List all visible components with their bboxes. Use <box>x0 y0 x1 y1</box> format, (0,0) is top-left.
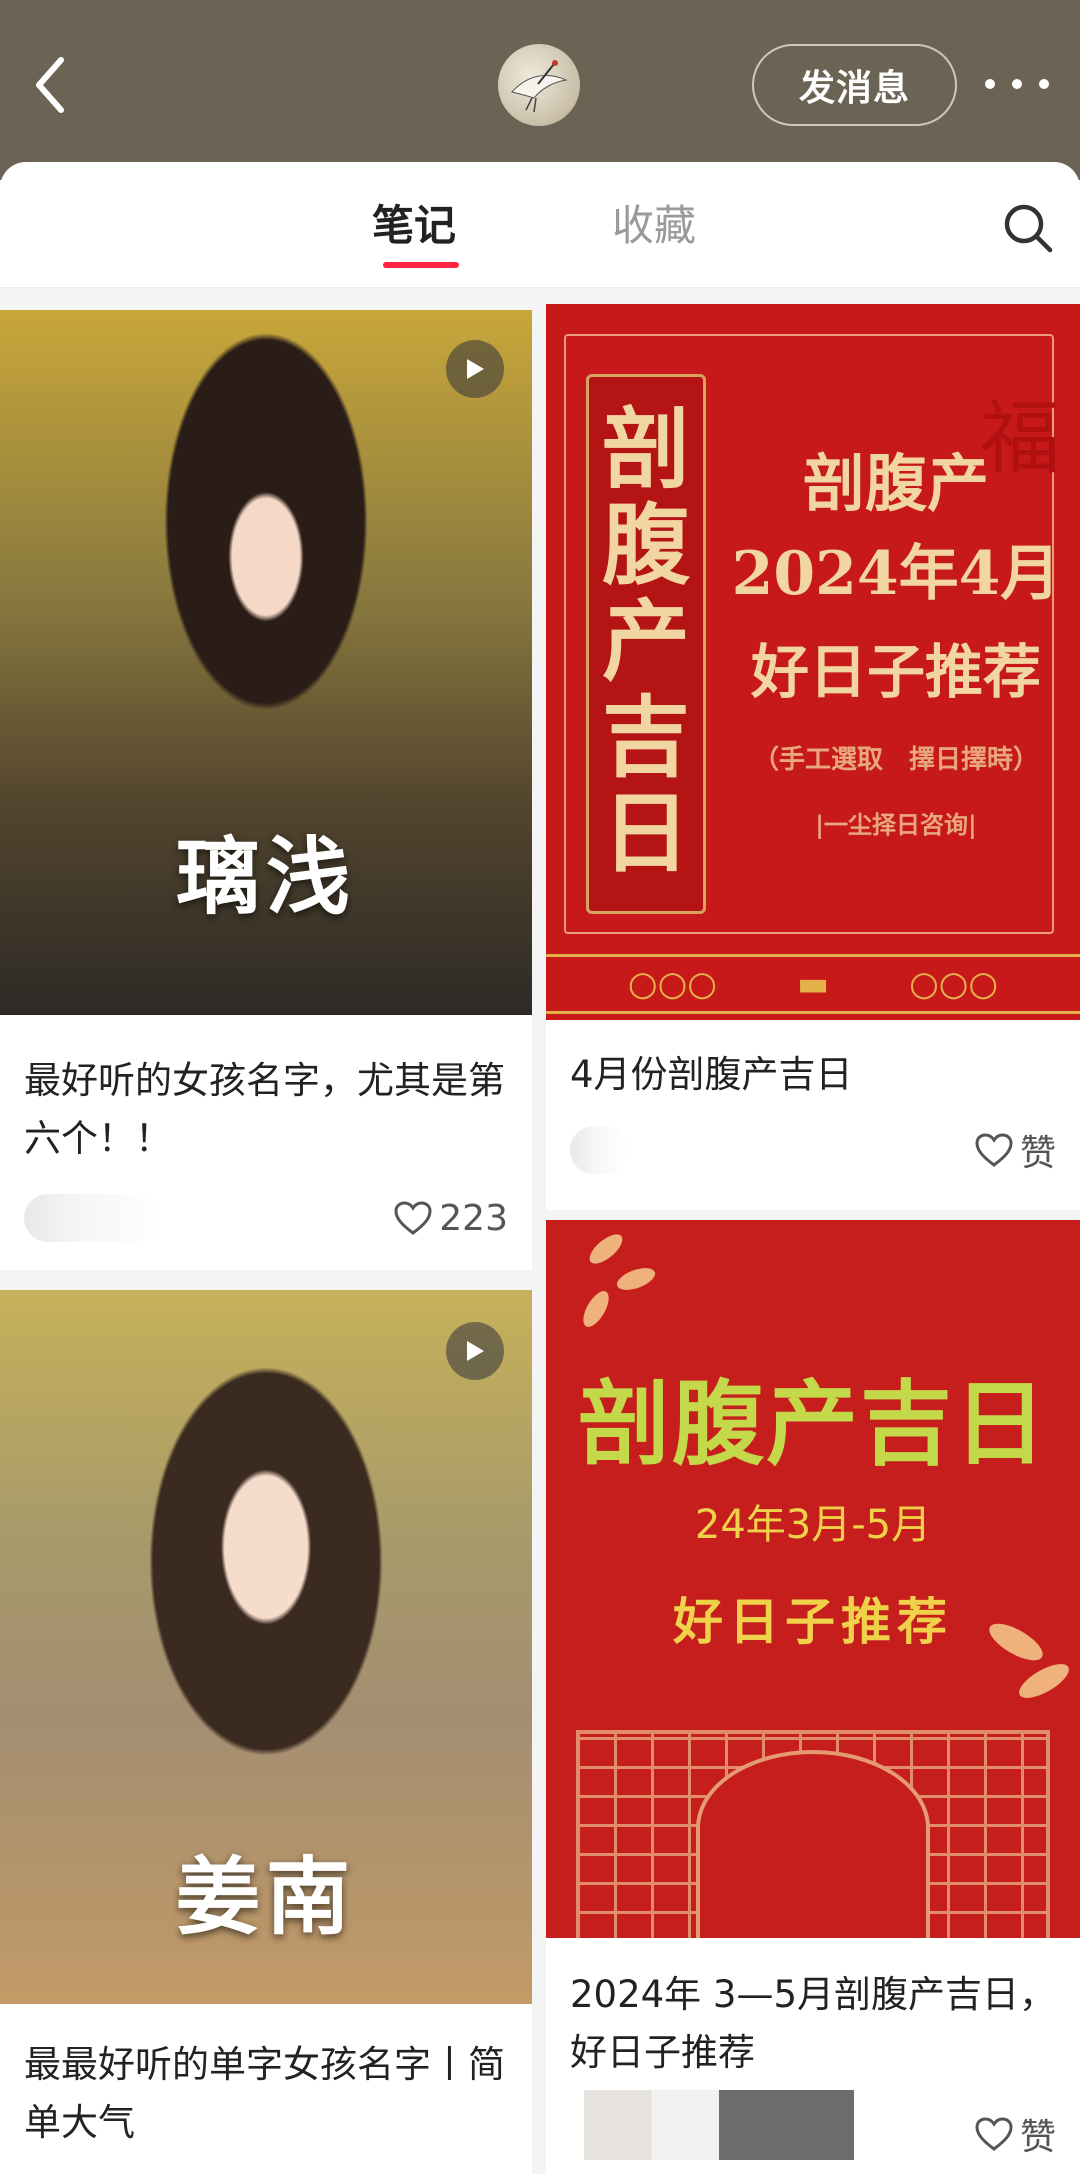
tab-collections[interactable]: 收藏 <box>612 198 696 254</box>
play-icon <box>446 1322 504 1380</box>
active-tab-indicator <box>383 262 459 268</box>
note-title: 4月份剖腹产吉日 <box>570 1053 853 1096</box>
note-cover-image: 姜南 <box>0 1290 532 2004</box>
note-cover-image: 璃浅 <box>0 310 532 1015</box>
note-card[interactable]: 姜南 最最好听的单字女孩名字丨简单大气 <box>0 1290 532 2174</box>
profile-header: 发消息 <box>0 0 1080 180</box>
leaf-decoration <box>578 1287 614 1331</box>
like-button[interactable]: 赞 <box>974 2106 1056 2162</box>
gold-ornament: ○○○ ▬ ○○○ <box>546 954 1080 1014</box>
like-label: 赞 <box>1019 2117 1056 2158</box>
leaf-decoration <box>1014 1657 1074 1705</box>
heart-outline-icon <box>975 1133 1013 1167</box>
like-label: 赞 <box>1019 1133 1056 1174</box>
note-card[interactable]: 璃浅 最好听的女孩名字，尤其是第六个！！ 223 <box>0 310 532 1270</box>
like-button[interactable]: 223 <box>393 1190 508 1246</box>
avatar[interactable] <box>498 44 580 126</box>
like-count: 223 <box>439 1197 508 1239</box>
note-meta: 赞 <box>570 2090 1056 2162</box>
poster-vertical-title: 剖腹产吉日 <box>586 374 706 914</box>
back-button[interactable] <box>20 50 80 120</box>
note-title: 最最好听的单字女孩名字丨简单大气 <box>24 2043 505 2144</box>
arch-decoration <box>696 1750 930 1938</box>
tab-notes[interactable]: 笔记 <box>372 198 456 254</box>
note-meta: 赞 <box>570 1122 1056 1178</box>
leaf-decoration <box>614 1263 658 1295</box>
more-dots-icon[interactable] <box>985 64 1049 104</box>
chevron-left-icon <box>36 57 64 113</box>
play-icon <box>446 340 504 398</box>
author-avatar[interactable] <box>570 1126 630 1174</box>
poster-line: （手工選取 擇日擇時） <box>752 745 1039 775</box>
note-title: 2024年 3—5月剖腹产吉日，好日子推荐 <box>570 1973 1057 2074</box>
heart-outline-icon <box>975 2117 1013 2151</box>
note-card[interactable]: 剖腹产吉日 福 剖腹产 2024年4月 好日子推荐 （手工選取 擇日擇時） |一… <box>546 304 1080 1210</box>
note-card[interactable]: 剖腹产吉日 24年3月-5月 好日子推荐 2024年 3—5月剖腹产吉日，好日子… <box>546 1220 1080 2174</box>
note-cover-image: 剖腹产吉日 24年3月-5月 好日子推荐 <box>546 1220 1080 1938</box>
note-cover-image: 剖腹产吉日 福 剖腹产 2024年4月 好日子推荐 （手工選取 擇日擇時） |一… <box>546 304 1080 1020</box>
poster-line: |一尘择日咨询| <box>815 810 977 839</box>
author-avatar[interactable] <box>24 1194 164 1242</box>
note-title: 最好听的女孩名字，尤其是第六个！！ <box>24 1059 505 1160</box>
tab-bar: 笔记 收藏 <box>0 162 1080 288</box>
poster-title: 剖腹产吉日 <box>577 1370 1048 1478</box>
heart-outline-icon <box>394 1201 432 1235</box>
search-icon[interactable] <box>1000 200 1056 256</box>
crane-avatar-image <box>511 60 568 113</box>
poster-line: 剖腹产 <box>802 447 989 520</box>
send-message-button[interactable]: 发消息 <box>752 44 957 126</box>
author-avatar[interactable] <box>584 2090 854 2160</box>
poster-text-block: 剖腹产 2024年4月 好日子推荐 （手工選取 擇日擇時） |一尘择日咨询| <box>716 444 1076 850</box>
note-meta: 223 <box>24 1190 508 1246</box>
poster-line: 2024年4月 <box>731 539 1061 609</box>
leaf-decoration <box>584 1229 628 1269</box>
poster-subtitle: 24年3月-5月 <box>694 1502 932 1548</box>
cover-overlay-text: 璃浅 <box>175 827 356 926</box>
poster-line: 好日子推荐 <box>750 638 1041 706</box>
like-button[interactable]: 赞 <box>974 1122 1056 1178</box>
cover-overlay-text: 姜南 <box>175 1847 356 1946</box>
